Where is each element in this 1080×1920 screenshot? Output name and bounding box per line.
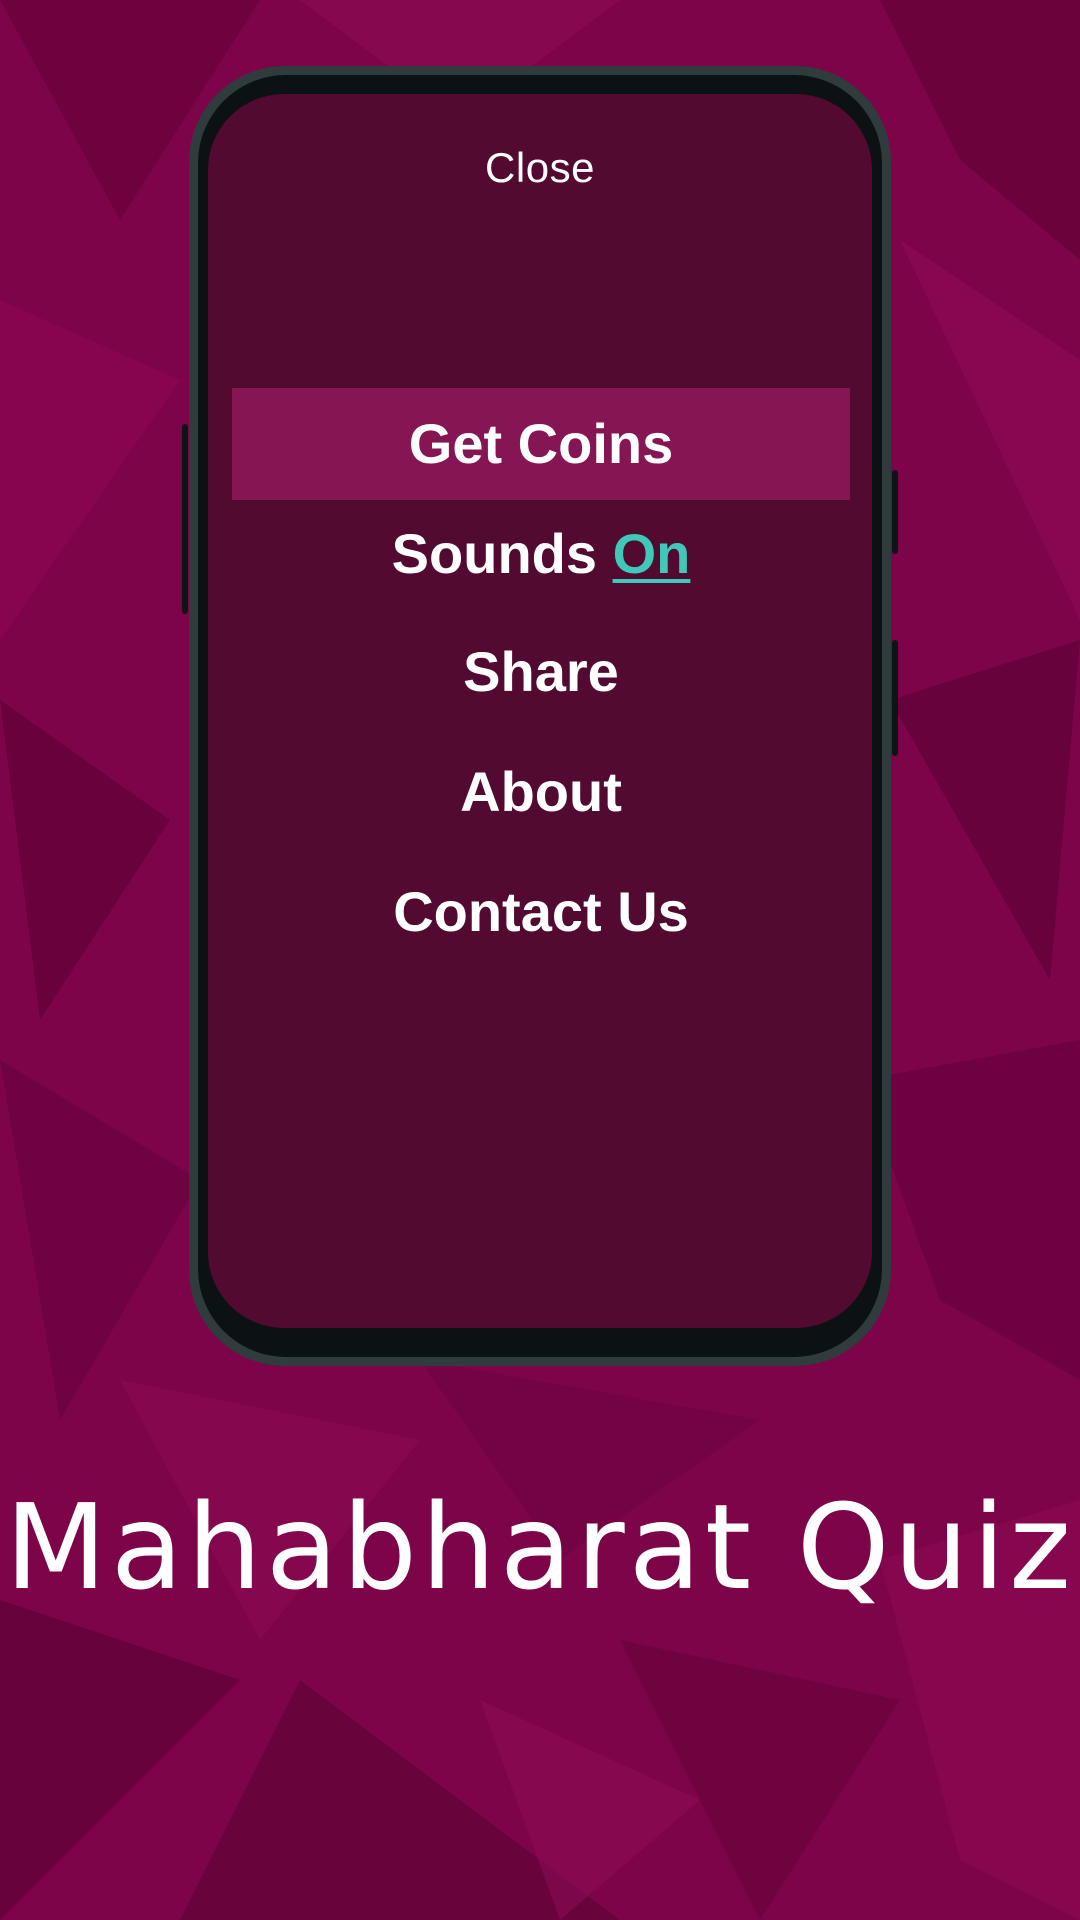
menu-item-get-coins[interactable]: Get Coins (232, 388, 850, 500)
phone-screen: Close Get Coins Sounds On Share About Co… (208, 94, 872, 1328)
sounds-label: Sounds (391, 522, 597, 585)
phone-side-button-left (182, 424, 188, 614)
menu-item-about[interactable]: About (232, 736, 850, 848)
menu-item-contact-us[interactable]: Contact Us (232, 856, 850, 968)
phone-side-button-right-bottom (892, 640, 898, 756)
menu-item-sounds[interactable]: Sounds On (232, 500, 850, 608)
close-button[interactable]: Close (208, 144, 872, 192)
sounds-state-toggle[interactable]: On (613, 522, 691, 585)
menu-list: Get Coins Sounds On Share About Contact … (232, 388, 850, 976)
app-title: Mahabharat Quiz (4, 1478, 1076, 1616)
phone-side-button-right-top (892, 470, 898, 554)
menu-item-share[interactable]: Share (232, 616, 850, 728)
